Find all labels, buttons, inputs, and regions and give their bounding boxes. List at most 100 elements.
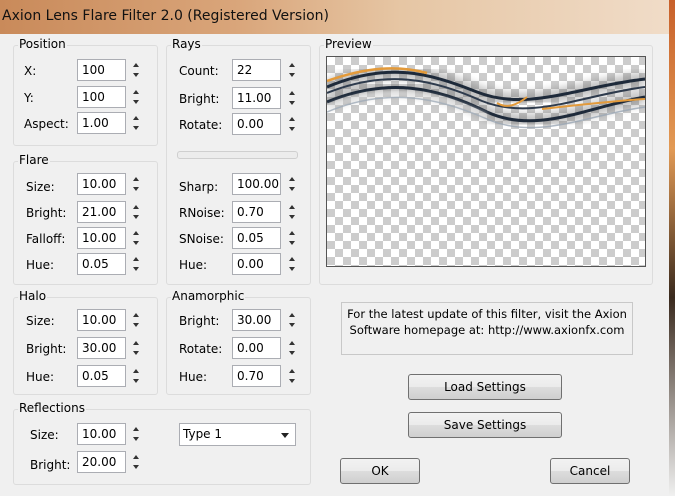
x-input[interactable]: 100 [77,59,126,81]
cancel-button[interactable]: Cancel [550,458,630,484]
flare-size-input[interactable]: 10.00 [77,173,126,195]
halo-group-label: Halo [18,289,48,303]
halo-size-label: Size: [26,314,55,328]
spin-down-icon[interactable] [133,379,139,383]
y-input[interactable]: 100 [77,86,126,108]
spin-down-icon[interactable] [133,323,139,327]
halo-hue-spinner[interactable] [131,365,141,387]
spin-down-icon[interactable] [133,73,139,77]
spin-down-icon[interactable] [133,351,139,355]
halo-size-input[interactable]: 10.00 [77,309,126,331]
spin-down-icon[interactable] [133,267,139,271]
rays-count-spinner[interactable] [287,59,297,81]
reflections-type-select[interactable]: Type 1 [179,423,296,446]
rays-hue-spinner[interactable] [287,253,297,275]
spin-up-icon[interactable] [133,369,139,373]
spin-up-icon[interactable] [133,63,139,67]
anamorphic-rotate-input[interactable]: 0.00 [232,337,281,359]
flare-hue-input[interactable]: 0.05 [77,253,126,275]
rays-bright-input[interactable]: 11.00 [232,87,281,109]
spin-up-icon[interactable] [289,257,295,261]
spin-down-icon[interactable] [133,187,139,191]
spin-down-icon[interactable] [289,351,295,355]
spin-up-icon[interactable] [133,90,139,94]
rays-rotate-input[interactable]: 0.00 [232,113,281,135]
halo-bright-spinner[interactable] [131,337,141,359]
dialog-window: Axion Lens Flare Filter 2.0 (Registered … [0,0,669,496]
spin-up-icon[interactable] [289,313,295,317]
halo-size-spinner[interactable] [131,309,141,331]
rays-snoise-input[interactable]: 0.05 [232,227,281,249]
spin-down-icon[interactable] [289,379,295,383]
flare-bright-input[interactable]: 21.00 [77,201,126,223]
rays-rotate-spinner[interactable] [287,113,297,135]
spin-down-icon[interactable] [133,215,139,219]
spin-up-icon[interactable] [289,231,295,235]
spin-up-icon[interactable] [133,341,139,345]
rays-rnoise-spinner[interactable] [287,201,297,223]
spin-down-icon[interactable] [289,187,295,191]
spin-up-icon[interactable] [133,116,139,120]
save-settings-button[interactable]: Save Settings [408,412,562,438]
anamorphic-bright-input[interactable]: 30.00 [232,309,281,331]
spin-down-icon[interactable] [289,323,295,327]
halo-hue-input[interactable]: 0.05 [77,365,126,387]
flare-size-spinner[interactable] [131,173,141,195]
aspect-spinner[interactable] [131,112,141,134]
spin-up-icon[interactable] [133,205,139,209]
spin-down-icon[interactable] [289,127,295,131]
reflections-size-spinner[interactable] [131,423,141,445]
spin-up-icon[interactable] [289,341,295,345]
spin-up-icon[interactable] [289,177,295,181]
load-settings-button[interactable]: Load Settings [408,374,562,400]
x-spinner[interactable] [131,59,141,81]
y-spinner[interactable] [131,86,141,108]
spin-down-icon[interactable] [289,241,295,245]
reflections-bright-spinner[interactable] [131,451,141,473]
spin-down-icon[interactable] [289,73,295,77]
spin-up-icon[interactable] [133,231,139,235]
chevron-down-icon[interactable] [281,433,289,438]
ok-button[interactable]: OK [340,458,420,484]
rays-count-input[interactable]: 22 [232,59,281,81]
flare-falloff-spinner[interactable] [131,227,141,249]
spin-up-icon[interactable] [133,257,139,261]
spin-up-icon[interactable] [133,427,139,431]
title-bar[interactable]: Axion Lens Flare Filter 2.0 (Registered … [0,0,669,34]
spin-down-icon[interactable] [133,126,139,130]
spin-up-icon[interactable] [133,455,139,459]
rays-sharp-input[interactable]: 100.00 [232,173,281,195]
rays-sharp-spinner[interactable] [287,173,297,195]
spin-up-icon[interactable] [133,177,139,181]
spin-down-icon[interactable] [289,101,295,105]
spin-down-icon[interactable] [133,465,139,469]
reflections-size-input[interactable]: 10.00 [77,423,126,445]
spin-up-icon[interactable] [289,91,295,95]
spin-up-icon[interactable] [289,117,295,121]
anamorphic-hue-spinner[interactable] [287,365,297,387]
rays-rnoise-input[interactable]: 0.70 [232,201,281,223]
spin-up-icon[interactable] [133,313,139,317]
spin-up-icon[interactable] [289,369,295,373]
aspect-input[interactable]: 1.00 [77,112,126,134]
anamorphic-bright-spinner[interactable] [287,309,297,331]
spin-down-icon[interactable] [133,241,139,245]
anamorphic-hue-input[interactable]: 0.70 [232,365,281,387]
spin-up-icon[interactable] [289,63,295,67]
spin-down-icon[interactable] [289,267,295,271]
flare-bright-spinner[interactable] [131,201,141,223]
flare-hue-spinner[interactable] [131,253,141,275]
anamorphic-rotate-spinner[interactable] [287,337,297,359]
spin-up-icon[interactable] [289,205,295,209]
spin-down-icon[interactable] [133,100,139,104]
halo-bright-input[interactable]: 30.00 [77,337,126,359]
reflections-bright-input[interactable]: 20.00 [77,451,126,473]
rays-snoise-spinner[interactable] [287,227,297,249]
flare-falloff-input[interactable]: 10.00 [77,227,126,249]
spin-down-icon[interactable] [133,437,139,441]
rays-bright-spinner[interactable] [287,87,297,109]
rays-hue-input[interactable]: 0.00 [232,253,281,275]
preview-canvas[interactable] [326,56,646,267]
desktop-background-edge [669,0,675,496]
spin-down-icon[interactable] [289,215,295,219]
